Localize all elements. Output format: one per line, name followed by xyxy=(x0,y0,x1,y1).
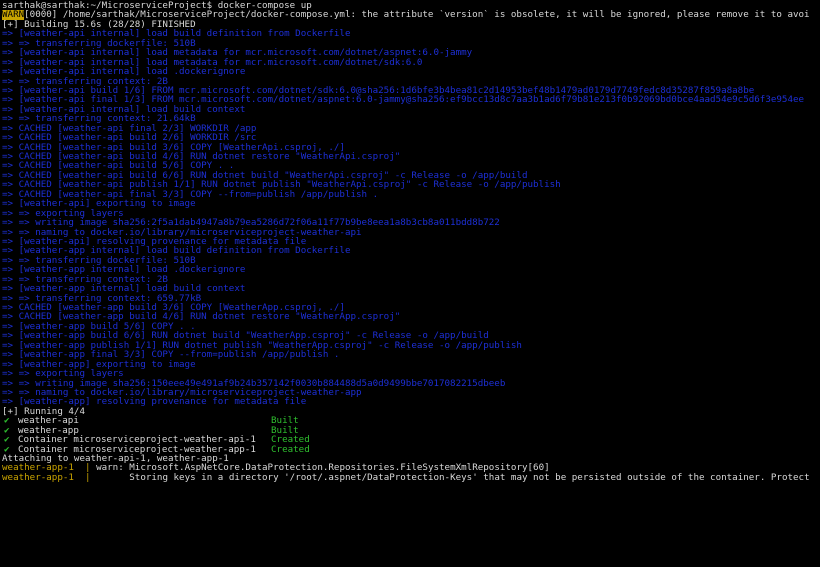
build-log-line: => [weather-api internal] load metadata … xyxy=(2,48,473,58)
container-log: weather-app-1 | warn: Microsoft.AspNetCo… xyxy=(2,463,820,482)
log-message: warn: Microsoft.AspNetCore.DataProtectio… xyxy=(96,463,550,473)
log-message: Storing keys in a directory '/root/.aspn… xyxy=(96,472,810,483)
build-log-line: => [weather-api internal] load .dockerig… xyxy=(2,67,246,77)
build-log-line: => => exporting layers xyxy=(2,369,124,379)
build-log-line: => CACHED [weather-api final 3/3] COPY -… xyxy=(2,189,379,200)
build-log-line: => => writing image sha256:150eee49e491a… xyxy=(2,378,506,388)
command-prompt-line: sarthak@sarthak:~/MicroserviceProject$ d… xyxy=(2,1,312,11)
build-log-line: => [weather-app build 6/6] RUN dotnet bu… xyxy=(2,331,489,341)
build-log-line: => [weather-app final 3/3] COPY --from=p… xyxy=(2,350,340,360)
service-status-row: ✔ weather-api Built xyxy=(2,416,820,425)
running-status-line: [+] Running 4/4 xyxy=(2,406,85,417)
build-log-line: => [weather-app publish 1/1] RUN dotnet … xyxy=(2,340,522,351)
warn-tag: WARN xyxy=(2,10,25,20)
build-log-line: => [weather-app internal] load build con… xyxy=(2,284,246,294)
service-status-row: ✔ Container microserviceproject-weather-a… xyxy=(2,435,820,444)
service-name: weather-app xyxy=(18,425,79,436)
log-separator: | xyxy=(73,463,97,473)
service-name: Container microserviceproject-weather-ap… xyxy=(18,435,256,445)
service-status: Built xyxy=(271,416,299,426)
build-log-line: => => transferring context: 2B xyxy=(2,76,168,86)
service-name: weather-api xyxy=(18,416,79,426)
build-log-line: => CACHED [weather-api build 4/6] RUN do… xyxy=(2,152,401,162)
build-log-line: => [weather-app] resolving provenance fo… xyxy=(2,397,307,407)
check-icon: ✔ xyxy=(4,435,10,445)
build-log-line: => [weather-api internal] load build con… xyxy=(2,104,246,115)
build-log-line: => => transferring dockerfile: 510B xyxy=(2,38,196,49)
check-icon: ✔ xyxy=(4,425,10,436)
build-log-line: => CACHED [weather-app build 3/6] COPY [… xyxy=(2,303,345,313)
service-name: Container microserviceproject-weather-ap… xyxy=(18,444,256,454)
container-log-line: weather-app-1 | Storing keys in a direct… xyxy=(2,473,820,482)
build-log-line: => [weather-app internal] load build def… xyxy=(2,246,351,256)
build-log-line: => [weather-api] resolving provenance fo… xyxy=(2,236,307,247)
build-log-line: => [weather-api build 1/6] FROM mcr.micr… xyxy=(2,85,755,96)
build-log-line: => CACHED [weather-api build 6/6] RUN do… xyxy=(2,170,528,181)
build-log-line: => => transferring context: 659.77kB xyxy=(2,293,202,303)
build-log-line: => [weather-api internal] load metadata … xyxy=(2,57,423,68)
build-log-line: => [weather-app build 5/6] COPY . . xyxy=(2,321,196,332)
build-log-line: => => exporting layers xyxy=(2,208,124,219)
build-log-line: => => writing image sha256:2f5a1dab4947a… xyxy=(2,218,500,228)
build-log-line: => => transferring context: 21.64kB xyxy=(2,114,196,124)
build-log-line: => => naming to docker.io/library/micros… xyxy=(2,227,362,237)
build-log-line: => [weather-api final 1/3] FROM mcr.micr… xyxy=(2,95,805,105)
build-log-line: => => transferring context: 2B xyxy=(2,274,168,285)
warn-text: [0000] /home/sarthak/MicroserviceProject… xyxy=(24,10,810,20)
build-log-line: => => naming to docker.io/library/micros… xyxy=(2,387,362,398)
build-log-line: => CACHED [weather-api final 2/3] WORKDI… xyxy=(2,123,257,134)
terminal-window[interactable]: sarthak@sarthak:~/MicroserviceProject$ d… xyxy=(0,0,820,567)
service-status-row: ✔ weather-app Built xyxy=(2,426,820,435)
check-icon: ✔ xyxy=(4,444,10,454)
container-log-line: weather-app-1 | warn: Microsoft.AspNetCo… xyxy=(2,463,820,472)
service-status-list: ✔ weather-api Built ✔ weather-app Built ✔ Conta… xyxy=(2,416,820,454)
build-log-line: => [weather-api] exporting to image xyxy=(2,199,196,209)
log-separator: | xyxy=(73,472,97,483)
build-log: => [weather-api internal] load build def… xyxy=(2,29,820,407)
service-status: Built xyxy=(271,425,299,436)
build-log-line: => [weather-app internal] load .dockerig… xyxy=(2,265,246,275)
log-service-name: weather-app-1 xyxy=(2,472,74,483)
check-icon: ✔ xyxy=(4,416,10,426)
service-status: Created xyxy=(271,435,310,445)
build-log-line: => [weather-app] exporting to image xyxy=(2,359,196,370)
build-log-line: => => transferring dockerfile: 510B xyxy=(2,255,196,266)
build-log-line: => CACHED [weather-app build 4/6] RUN do… xyxy=(2,312,401,322)
build-status-line: [+] Building 15.6s (28/28) FINISHED xyxy=(2,19,196,30)
build-log-line: => CACHED [weather-api build 2/6] WORKDI… xyxy=(2,133,257,143)
attaching-line: Attaching to weather-api-1, weather-app-… xyxy=(2,454,229,464)
build-log-line: => CACHED [weather-api build 5/6] COPY .… xyxy=(2,161,235,171)
service-status: Created xyxy=(271,444,310,454)
warning-line: WARN[0000] /home/sarthak/MicroservicePro… xyxy=(2,10,820,20)
build-log-line: => CACHED [weather-api publish 1/1] RUN … xyxy=(2,180,561,190)
log-service-name: weather-app-1 xyxy=(2,463,74,473)
build-log-line: => [weather-api internal] load build def… xyxy=(2,29,351,39)
service-status-row: ✔ Container microserviceproject-weather-a… xyxy=(2,445,820,454)
build-log-line: => CACHED [weather-api build 3/6] COPY [… xyxy=(2,142,345,152)
